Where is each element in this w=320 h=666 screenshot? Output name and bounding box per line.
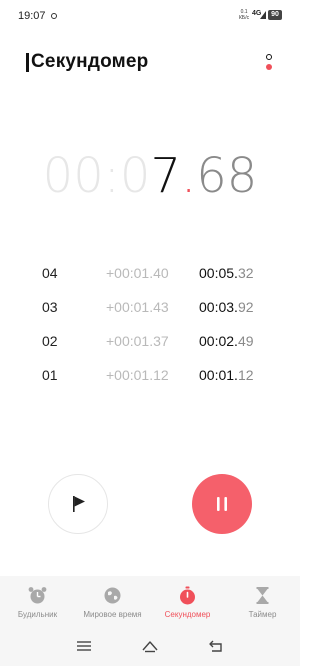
- tab-world-clock[interactable]: Мировое время: [75, 576, 150, 626]
- lap-total-main: 00:01.: [199, 367, 238, 383]
- lap-total-fraction: 12: [237, 367, 254, 383]
- cursor-bar-icon: [26, 53, 29, 72]
- lap-total: 00:05.32: [199, 265, 254, 281]
- lap-split: +00:01.43: [106, 299, 169, 315]
- lap-total-main: 00:02.: [199, 333, 238, 349]
- lap-number: 03: [42, 299, 58, 315]
- timer-fraction: 68: [196, 148, 258, 204]
- tab-alarm[interactable]: Будильник: [0, 576, 75, 626]
- lap-split: +00:01.12: [106, 367, 169, 383]
- pause-button[interactable]: [192, 474, 252, 534]
- lap-total-main: 00:05.: [199, 265, 238, 281]
- more-options-button[interactable]: [262, 52, 276, 72]
- lap-number: 04: [42, 265, 58, 281]
- tab-label: Будильник: [17, 610, 58, 619]
- home-icon[interactable]: [141, 638, 159, 654]
- tab-timer[interactable]: Таймер: [225, 576, 300, 626]
- tab-stopwatch[interactable]: Секундомер: [150, 576, 225, 626]
- lap-number: 01: [42, 367, 58, 383]
- flag-icon: [73, 496, 85, 512]
- timer-minutes: 00:0: [42, 148, 151, 204]
- lap-split: +00:01.40: [106, 265, 169, 281]
- tab-label: Таймер: [248, 610, 277, 619]
- timer-separator: .: [181, 148, 197, 204]
- network-speed-unit: КБ/с: [239, 15, 250, 21]
- signal-icon: [260, 11, 266, 19]
- pause-icon: [217, 497, 227, 511]
- system-navigation-bar: [0, 626, 300, 666]
- battery-icon: 90: [268, 10, 282, 20]
- lap-number: 02: [42, 333, 58, 349]
- lap-total-fraction: 49: [237, 333, 254, 349]
- back-icon[interactable]: [207, 638, 225, 654]
- status-bar: 19:07 0.1 КБ/с 4G 90: [0, 0, 300, 32]
- hourglass-icon: [256, 587, 269, 604]
- lap-row: 03 +00:01.43 00:03.92: [0, 289, 300, 323]
- lap-button[interactable]: [48, 474, 108, 534]
- tab-label: Мировое время: [83, 610, 142, 619]
- lap-total-fraction: 32: [237, 265, 254, 281]
- lap-row: 01 +00:01.12 00:01.12: [0, 357, 300, 391]
- lap-total: 00:01.12: [199, 367, 254, 383]
- lap-total: 00:03.92: [199, 299, 254, 315]
- tab-label: Секундомер: [164, 610, 211, 619]
- lap-total-main: 00:03.: [199, 299, 238, 315]
- stopwatch-icon: [180, 586, 195, 605]
- lap-total-fraction: 92: [237, 299, 254, 315]
- lap-row: 02 +00:01.37 00:02.49: [0, 323, 300, 357]
- stopwatch-display: 00:07.68: [0, 146, 300, 206]
- lap-list: 04 +00:01.40 00:05.32 03 +00:01.43 00:03…: [0, 255, 300, 391]
- alarm-icon: [28, 587, 47, 604]
- globe-icon: [104, 587, 121, 604]
- menu-icon[interactable]: [75, 638, 93, 654]
- status-time: 19:07: [18, 10, 46, 22]
- bottom-navigation: Будильник Мировое время Секундомер Тайме…: [0, 576, 300, 626]
- menu-dot-icon: [266, 54, 272, 60]
- menu-dot-accent-icon: [266, 64, 272, 70]
- timer-seconds: 7: [150, 148, 181, 204]
- network-speed: 0.1 КБ/с: [239, 9, 249, 21]
- page-title: Секундомер: [31, 51, 149, 72]
- notification-dot-icon: [51, 13, 57, 19]
- lap-total: 00:02.49: [199, 333, 254, 349]
- lap-split: +00:01.37: [106, 333, 169, 349]
- lap-row: 04 +00:01.40 00:05.32: [0, 255, 300, 289]
